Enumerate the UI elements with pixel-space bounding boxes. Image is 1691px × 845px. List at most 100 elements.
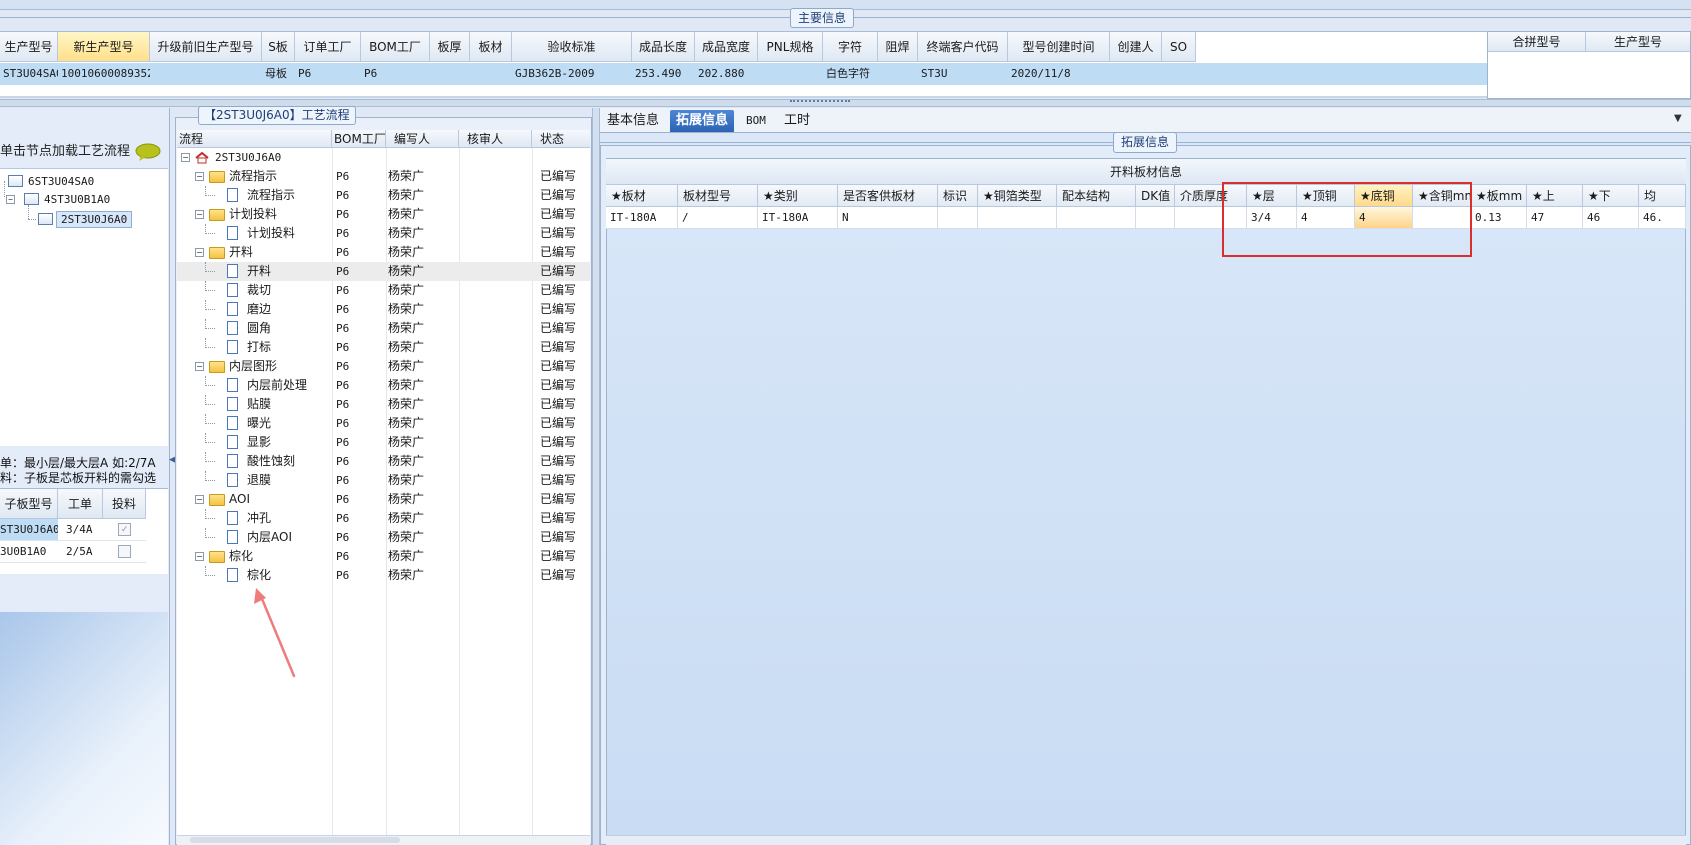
main-row-cell[interactable]: P6 (361, 63, 430, 85)
work-order-cell[interactable]: 2/5A (58, 541, 103, 563)
merge-model-header[interactable]: 合拼型号 (1488, 32, 1586, 52)
sheet-row-cell[interactable]: IT-180A (606, 207, 678, 229)
main-row-cell[interactable] (878, 63, 918, 85)
main-row-cell[interactable] (150, 63, 262, 85)
sheet-header-cell[interactable]: DK值 (1136, 185, 1175, 207)
feed-checkbox-unchecked[interactable] (118, 545, 131, 558)
process-row[interactable]: − 2ST3U0J6A0 (177, 148, 590, 167)
merge-production-model-header[interactable]: 生产型号 (1586, 32, 1690, 52)
sheet-header-cell[interactable]: ★类别 (758, 185, 838, 207)
main-header-cell[interactable]: 成品长度 (632, 32, 695, 62)
tab-extended-info[interactable]: 拓展信息 (670, 110, 735, 132)
sheet-row-cell[interactable] (938, 207, 978, 229)
feed-checkbox-checked[interactable]: ✓ (118, 523, 131, 536)
process-row[interactable]: 裁切 P6 杨荣广 已编写 (177, 281, 590, 300)
sheet-header-cell[interactable]: ★板材 (606, 185, 678, 207)
main-row-cell[interactable]: 253.490 (632, 63, 695, 85)
main-header-cell[interactable]: 板材 (470, 32, 512, 62)
main-header-cell[interactable]: 升级前旧生产型号 (150, 32, 262, 62)
main-row-cell[interactable] (470, 63, 512, 85)
process-row[interactable]: 退膜 P6 杨荣广 已编写 (177, 471, 590, 490)
process-row[interactable]: 圆角 P6 杨荣广 已编写 (177, 319, 590, 338)
process-row[interactable]: 开料 P6 杨荣广 已编写 (177, 262, 590, 281)
process-row[interactable]: − 内层图形 P6 杨荣广 已编写 (177, 357, 590, 376)
sheet-header-cell[interactable]: ★板mm (1471, 185, 1527, 207)
collapse-toggle-icon[interactable]: − (195, 362, 204, 371)
main-header-cell[interactable]: BOM工厂 (361, 32, 430, 62)
splitter-grip-icon[interactable] (790, 100, 850, 104)
bom-factory-header[interactable]: BOM工厂 (332, 130, 386, 148)
reviewer-header[interactable]: 核审人 (459, 130, 532, 148)
sheet-header-cell[interactable]: ★上 (1527, 185, 1583, 207)
process-row[interactable]: 曝光 P6 杨荣广 已编写 (177, 414, 590, 433)
collapse-toggle-icon[interactable]: − (195, 210, 204, 219)
sub-board-model-header[interactable]: 子板型号 (0, 489, 58, 519)
main-row-cell[interactable]: 2020/11/8 (1008, 63, 1110, 85)
sheet-row-cell[interactable]: N (838, 207, 938, 229)
sheet-header-cell[interactable]: 标识 (938, 185, 978, 207)
process-row[interactable]: 贴膜 P6 杨荣广 已编写 (177, 395, 590, 414)
process-row[interactable]: − AOI P6 杨荣广 已编写 (177, 490, 590, 509)
feed-header[interactable]: 投料 (103, 489, 146, 519)
process-row[interactable]: 打标 P6 杨荣广 已编写 (177, 338, 590, 357)
process-row[interactable]: 酸性蚀刻 P6 杨荣广 已编写 (177, 452, 590, 471)
vertical-splitter[interactable] (592, 108, 600, 845)
collapse-toggle-icon[interactable]: − (181, 153, 190, 162)
main-header-cell[interactable]: 型号创建时间 (1008, 32, 1110, 62)
sheet-row-cell[interactable]: 46. (1639, 207, 1686, 229)
main-row-cell[interactable]: 白色字符 (823, 63, 878, 85)
sheet-row-cell[interactable]: 46 (1583, 207, 1639, 229)
main-row-cell[interactable]: 10010600089352 (58, 63, 150, 85)
main-row-cell[interactable] (1162, 63, 1196, 85)
scrollbar-thumb[interactable] (190, 837, 400, 843)
sheet-horizontal-scrollbar[interactable] (606, 835, 1686, 845)
process-row[interactable]: 冲孔 P6 杨荣广 已编写 (177, 509, 590, 528)
process-row[interactable]: 内层前处理 P6 杨荣广 已编写 (177, 376, 590, 395)
process-row[interactable]: − 计划投料 P6 杨荣广 已编写 (177, 205, 590, 224)
collapse-toggle-icon[interactable]: − (6, 195, 15, 204)
tab-dropdown-icon[interactable]: ▼ (1674, 113, 1682, 124)
process-row[interactable]: − 开料 P6 杨荣广 已编写 (177, 243, 590, 262)
sheet-header-cell[interactable]: 是否客供板材 (838, 185, 938, 207)
status-header[interactable]: 状态 (532, 130, 590, 148)
tab-work-hours[interactable]: 工时 (778, 110, 816, 132)
main-header-cell[interactable]: 阻焊 (878, 32, 918, 62)
collapse-toggle-icon[interactable]: − (195, 248, 204, 257)
collapse-toggle-icon[interactable]: − (195, 172, 204, 181)
main-header-cell[interactable]: 创建人 (1110, 32, 1162, 62)
process-row[interactable]: 磨边 P6 杨荣广 已编写 (177, 300, 590, 319)
collapse-toggle-icon[interactable]: − (195, 495, 204, 504)
main-row-cell[interactable]: 202.880 (695, 63, 758, 85)
main-row-cell[interactable]: ST3U (918, 63, 1008, 85)
sheet-header-cell[interactable]: ★下 (1583, 185, 1639, 207)
sheet-row-cell[interactable]: 0.13 (1471, 207, 1527, 229)
main-header-cell[interactable]: 订单工厂 (295, 32, 361, 62)
process-row[interactable]: 棕化 P6 杨荣广 已编写 (177, 566, 590, 585)
process-row[interactable]: − 棕化 P6 杨荣广 已编写 (177, 547, 590, 566)
main-row-cell[interactable] (1110, 63, 1162, 85)
sheet-header-cell[interactable]: 均 (1639, 185, 1686, 207)
sheet-row-cell[interactable] (978, 207, 1057, 229)
main-row-cell[interactable]: 母板 (262, 63, 295, 85)
process-row[interactable]: 流程指示 P6 杨荣广 已编写 (177, 186, 590, 205)
writer-header[interactable]: 编写人 (386, 130, 459, 148)
tab-basic-info[interactable]: 基本信息 (601, 110, 665, 132)
sheet-row-cell[interactable]: / (678, 207, 758, 229)
chat-bubble-icon[interactable] (135, 143, 161, 161)
main-row-cell[interactable]: ST3U04SA0 (0, 63, 58, 85)
process-row[interactable]: 计划投料 P6 杨荣广 已编写 (177, 224, 590, 243)
sheet-header-cell[interactable]: 配本结构 (1057, 185, 1136, 207)
sheet-row-cell[interactable] (1057, 207, 1136, 229)
tab-bom[interactable]: BOM (740, 110, 772, 132)
main-row-cell[interactable]: GJB362B-2009 (512, 63, 632, 85)
main-row-cell[interactable] (758, 63, 823, 85)
process-row[interactable]: − 流程指示 P6 杨荣广 已编写 (177, 167, 590, 186)
sheet-row-cell[interactable]: IT-180A (758, 207, 838, 229)
main-header-cell[interactable]: 字符 (823, 32, 878, 62)
process-row[interactable]: 显影 P6 杨荣广 已编写 (177, 433, 590, 452)
sheet-row-cell[interactable]: 47 (1527, 207, 1583, 229)
main-header-cell[interactable]: PNL规格 (758, 32, 823, 62)
work-order-cell[interactable]: 3/4A (58, 519, 103, 541)
sheet-header-cell[interactable]: ★铜箔类型 (978, 185, 1057, 207)
sub-board-model-cell[interactable]: 3U0B1A0 (0, 541, 58, 563)
